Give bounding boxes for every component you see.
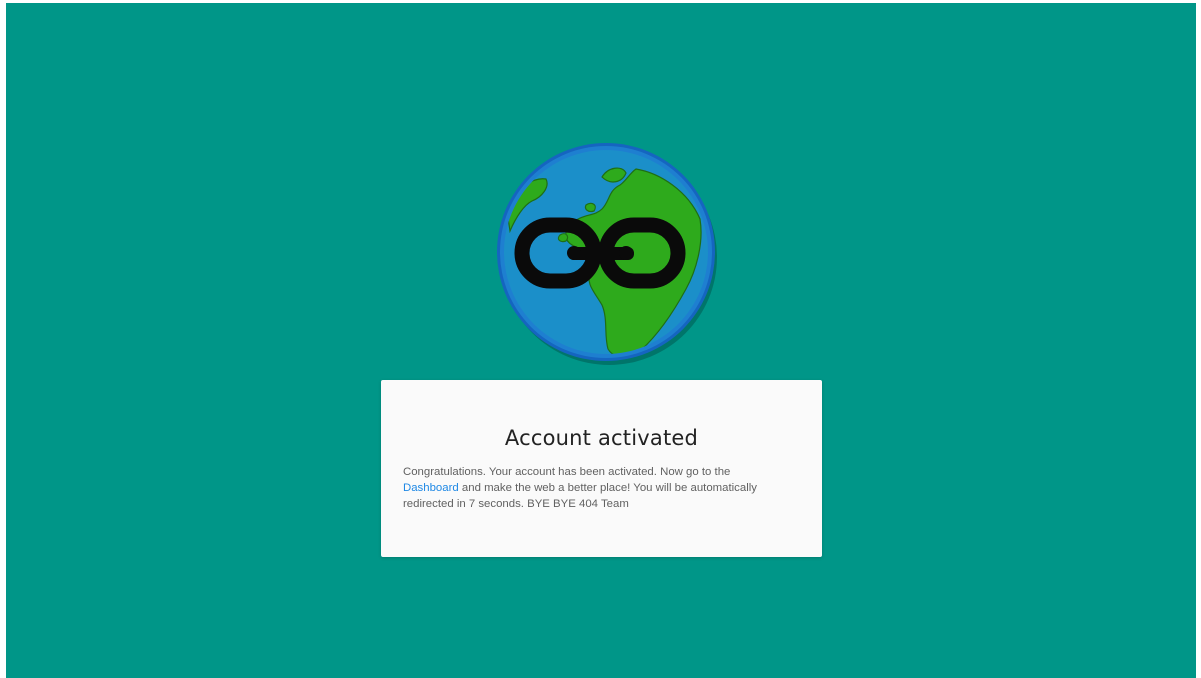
message-text-start: Congratulations. Your account has been a… — [403, 466, 731, 478]
card-message: Congratulations. Your account has been a… — [403, 464, 775, 512]
activation-card: Account activated Congratulations. Your … — [381, 380, 822, 557]
card-title: Account activated — [504, 426, 699, 450]
page-background: Account activated Congratulations. Your … — [6, 3, 1196, 678]
dashboard-link[interactable]: Dashboard — [403, 482, 459, 494]
broken-link-globe-icon — [490, 139, 722, 371]
